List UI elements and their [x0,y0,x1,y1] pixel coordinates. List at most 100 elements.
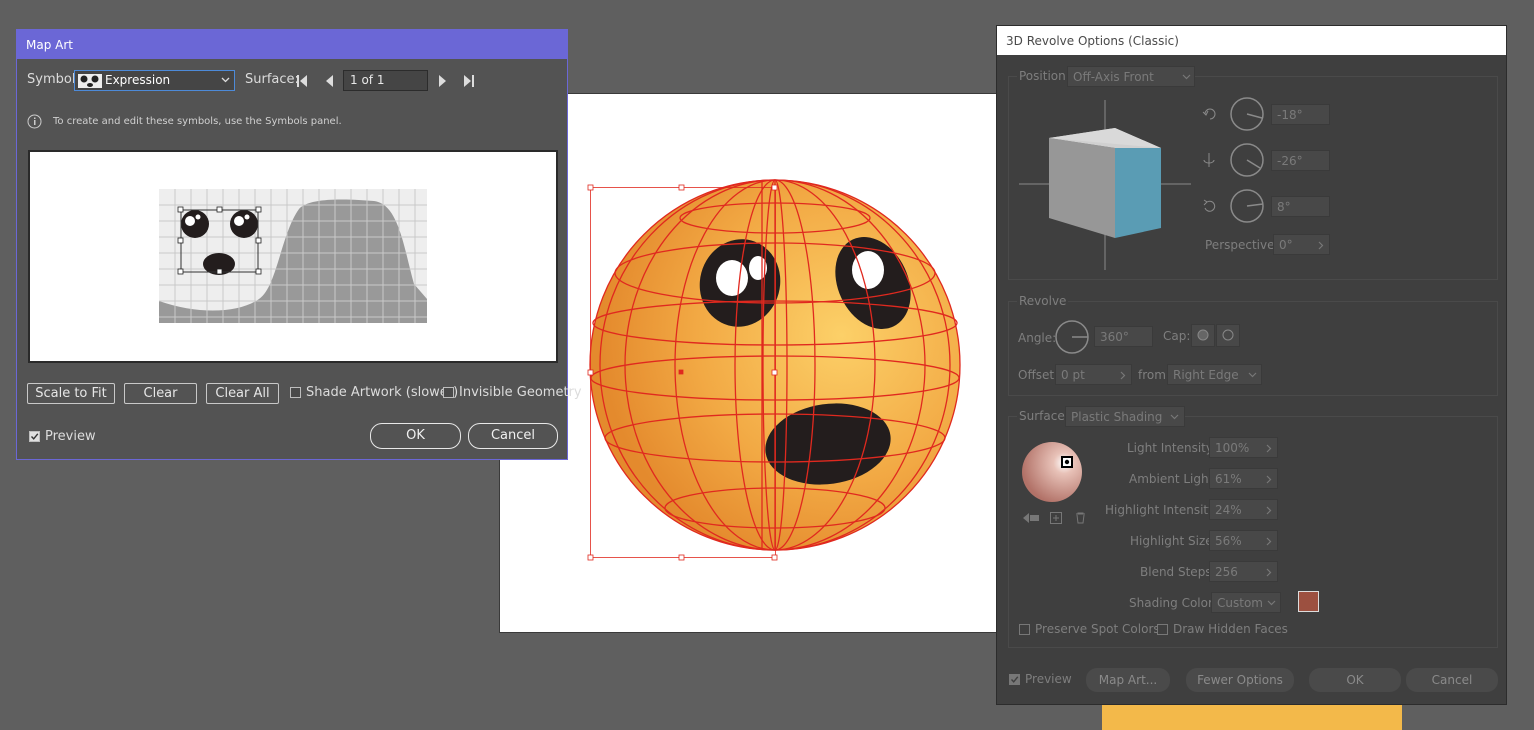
lighting-sphere-preview[interactable] [1021,440,1087,506]
y-rotation-value: -26° [1277,154,1303,168]
invisible-geometry-label: Invisible Geometry [459,385,582,400]
preserve-spot-colors-label: Preserve Spot Colors [1035,622,1160,636]
revolve-header: Revolve [1017,294,1069,308]
x-axis-rotate-icon [1202,108,1216,120]
shading-color-swatch[interactable] [1298,591,1319,612]
highlight-size-label: Highlight Size: [1130,534,1217,548]
from-dropdown[interactable]: Right Edge [1167,364,1262,385]
surface-dropdown[interactable]: Plastic Shading [1065,406,1185,427]
previous-surface-icon[interactable] [324,74,334,88]
offset-field[interactable]: 0 pt [1055,364,1132,385]
light-intensity-label: Light Intensity: [1127,441,1217,455]
preview-checkbox[interactable] [1009,674,1020,685]
chevron-right-icon [1266,568,1272,577]
expression-symbol-icon [78,74,102,88]
x-rotation-dial[interactable] [1229,96,1265,132]
angle-value: 360° [1100,330,1129,344]
light-intensity-field[interactable]: 100% [1209,437,1278,458]
delete-light-icon[interactable] [1075,512,1086,524]
chevron-down-icon [1170,414,1179,420]
shading-color-dropdown[interactable]: Custom [1211,592,1281,613]
first-surface-icon[interactable] [296,74,308,88]
clear-button[interactable]: Clear [124,383,197,404]
y-rotation-dial[interactable] [1229,142,1265,178]
blend-steps-value: 256 [1215,565,1238,579]
shading-color-label: Shading Color: [1129,596,1217,610]
offset-label: Offset: [1018,368,1059,382]
preview-label: Preview [1025,672,1072,686]
revolve-titlebar[interactable]: 3D Revolve Options (Classic) [997,26,1506,55]
position-cube-preview[interactable] [1019,100,1191,270]
invisible-geometry-checkbox[interactable] [443,387,454,398]
map-art-button[interactable]: Map Art... [1086,668,1170,692]
draw-hidden-faces-label: Draw Hidden Faces [1173,622,1288,636]
info-text: To create and edit these symbols, use th… [53,116,342,127]
sphere-artwork[interactable] [580,178,970,568]
cap-on-icon [1197,329,1209,341]
symbol-label: Symbol: [27,72,80,87]
perspective-field[interactable]: 0° [1273,234,1330,255]
dialog-title: Map Art [26,38,73,52]
symbol-value: Expression [105,73,171,87]
cancel-button[interactable]: Cancel [468,423,558,449]
position-dropdown[interactable]: Off-Axis Front [1067,66,1195,87]
map-art-preview[interactable] [28,150,558,363]
cap-on-button[interactable] [1191,324,1215,347]
shade-artwork-checkbox[interactable] [290,387,301,398]
surface-field[interactable]: 1 of 1 [343,70,428,91]
preview-checkbox[interactable] [29,431,40,442]
last-surface-icon[interactable] [463,74,475,88]
blend-steps-label: Blend Steps: [1140,565,1216,579]
surface-map-preview [159,189,427,323]
preserve-spot-colors-checkbox[interactable] [1019,624,1030,635]
highlight-intensity-label: Highlight Intensity: [1105,503,1219,517]
perspective-label: Perspective: [1205,238,1279,252]
fewer-options-button[interactable]: Fewer Options [1186,668,1294,692]
draw-hidden-faces-checkbox[interactable] [1157,624,1168,635]
angle-dial[interactable] [1054,319,1090,355]
new-light-icon[interactable] [1050,512,1062,524]
position-value: Off-Axis Front [1073,70,1154,84]
light-intensity-value: 100% [1215,441,1250,455]
shading-color-value: Custom [1217,596,1263,610]
chevron-down-icon [221,77,230,83]
move-light-back-icon[interactable] [1022,512,1040,524]
ok-button[interactable]: OK [1309,668,1401,692]
dialog-title: 3D Revolve Options (Classic) [1006,34,1179,48]
y-axis-rotate-icon [1203,153,1215,167]
chevron-right-icon [1318,241,1324,250]
checkmark-icon [1010,676,1019,683]
map-art-titlebar[interactable]: Map Art [17,30,567,59]
chevron-down-icon [1182,74,1191,80]
symbol-dropdown[interactable]: Expression [74,70,235,91]
ambient-light-field[interactable]: 61% [1209,468,1278,489]
shade-artwork-label: Shade Artwork (slower) [306,385,459,400]
highlight-intensity-field[interactable]: 24% [1209,499,1278,520]
z-axis-rotate-icon [1203,199,1216,212]
cap-label: Cap: [1163,329,1191,343]
perspective-value: 0° [1279,238,1293,252]
chevron-right-icon [1266,506,1272,515]
cap-off-button[interactable] [1216,324,1240,347]
x-rotation-field[interactable]: -18° [1271,104,1330,125]
y-rotation-field[interactable]: -26° [1271,150,1330,171]
z-rotation-field[interactable]: 8° [1271,196,1330,217]
ambient-light-value: 61% [1215,472,1242,486]
surface-value: Plastic Shading [1071,410,1163,424]
angle-label: Angle: [1018,331,1057,345]
clear-all-button[interactable]: Clear All [206,383,279,404]
angle-field[interactable]: 360° [1094,326,1153,347]
chevron-right-icon [1266,537,1272,546]
chevron-down-icon [1267,600,1276,606]
map-art-dialog: Map Art Symbol: Expression Surface: 1 of… [16,29,582,460]
scale-to-fit-button[interactable]: Scale to Fit [27,383,115,404]
chevron-right-icon [1266,475,1272,484]
chevron-down-icon [1248,372,1257,378]
blend-steps-field[interactable]: 256 [1209,561,1278,582]
ok-button[interactable]: OK [370,423,461,449]
z-rotation-dial[interactable] [1229,188,1265,224]
highlight-size-field[interactable]: 56% [1209,530,1278,551]
next-surface-icon[interactable] [438,74,448,88]
highlight-size-value: 56% [1215,534,1242,548]
cancel-button[interactable]: Cancel [1406,668,1498,692]
